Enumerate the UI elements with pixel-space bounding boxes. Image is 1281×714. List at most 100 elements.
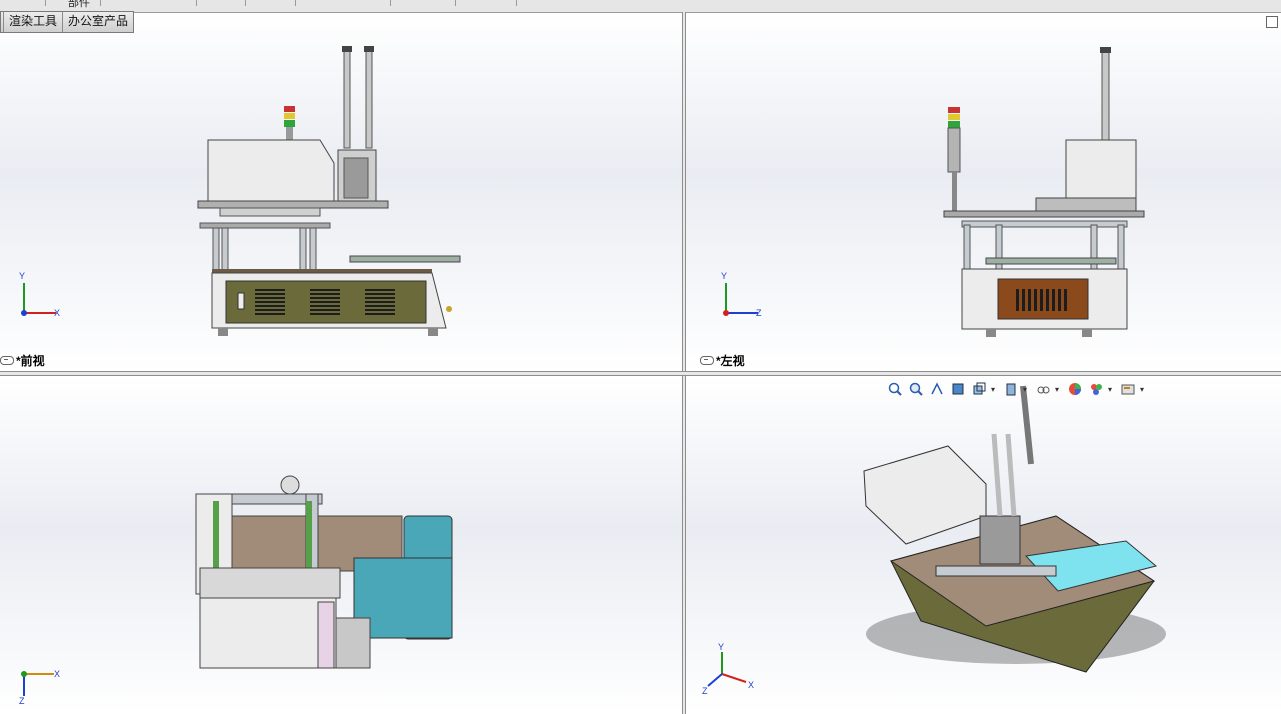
previous-view-icon[interactable] <box>928 380 946 398</box>
front-view-label: *前视 <box>0 352 45 369</box>
axis-label-x: X <box>54 669 61 679</box>
frame-post <box>963 224 971 272</box>
cylinder-rod <box>1005 433 1017 517</box>
foot <box>986 329 996 337</box>
left-viewport[interactable]: Y Z *左视 <box>686 13 1281 371</box>
chevron-down-icon[interactable]: ▾ <box>1108 385 1116 394</box>
strip-separator <box>100 0 101 6</box>
door-handle <box>237 292 245 310</box>
strip-separator <box>295 0 296 6</box>
left-view-label: *左视 <box>700 352 745 369</box>
link-views-icon[interactable] <box>0 356 14 365</box>
head-carriage <box>1035 197 1137 213</box>
top-view-model <box>195 475 453 669</box>
top-viewport[interactable]: X Z <box>0 376 682 714</box>
command-manager-tabs: 渲染工具 办公室产品 <box>0 11 135 33</box>
linear-guide <box>213 501 219 576</box>
zoom-to-area-icon[interactable] <box>907 380 925 398</box>
chevron-down-icon[interactable]: ▾ <box>1140 385 1148 394</box>
chevron-down-icon[interactable]: ▾ <box>1055 385 1063 394</box>
axis-label-z: Z <box>702 686 708 696</box>
chevron-down-icon[interactable]: ▾ <box>1023 385 1031 394</box>
axis-label-y: Y <box>721 271 728 281</box>
tower-pole <box>947 127 961 173</box>
top-menu-strip: 部件 <box>0 0 1281 13</box>
cylinder-rod <box>1101 50 1110 142</box>
chevron-down-icon[interactable]: ▾ <box>991 385 999 394</box>
zoom-to-fit-icon[interactable] <box>886 380 904 398</box>
isometric-viewport[interactable]: ▾ ▾ ▾ ▾ ▾ Y X Z <box>686 376 1281 714</box>
tower-top <box>280 475 300 495</box>
tower-light-yellow <box>284 113 295 119</box>
strip-separator <box>390 0 391 6</box>
axis-label-y: Y <box>19 271 26 281</box>
foot <box>218 328 228 336</box>
upper-rail <box>943 210 1145 218</box>
axis-label-z: Z <box>756 308 762 318</box>
side-button <box>446 306 452 312</box>
frame-post <box>1117 224 1125 272</box>
link-views-icon[interactable] <box>700 356 714 365</box>
view-orientation-icon[interactable] <box>970 380 988 398</box>
axis-label-z: Z <box>19 696 25 706</box>
white-enclosure <box>207 139 335 204</box>
display-style-icon[interactable] <box>1002 380 1020 398</box>
cylinder-rod <box>365 47 373 149</box>
strip-separator <box>245 0 246 6</box>
frame-beam <box>961 220 1128 228</box>
apply-scene-icon[interactable] <box>1087 380 1105 398</box>
foot <box>428 328 438 336</box>
white-enclosure <box>1065 139 1137 201</box>
cylinder-cap <box>1100 47 1111 53</box>
tower-light-green <box>948 121 960 128</box>
restore-viewport-icon[interactable] <box>1266 16 1278 28</box>
white-enclosure-top <box>199 597 337 669</box>
front-viewport[interactable]: Y X *前视 <box>0 13 682 371</box>
base-top-plate <box>212 269 432 273</box>
tab-render-tools[interactable]: 渲染工具 <box>4 12 64 32</box>
axis-label-y: Y <box>718 642 725 652</box>
tower-light-red <box>948 107 960 113</box>
front-axis-triad: Y X <box>14 271 64 326</box>
axis-label-x: X <box>54 308 61 318</box>
fixture-bar <box>349 255 461 263</box>
head-module-inner <box>343 157 369 199</box>
heads-up-view-toolbar: ▾ ▾ ▾ ▾ ▾ <box>886 380 1148 398</box>
front-view-model <box>197 46 461 336</box>
fixture-bar <box>985 257 1117 265</box>
linear-guide <box>306 501 312 576</box>
strip-separator <box>196 0 197 6</box>
tower-light-yellow <box>948 114 960 120</box>
pink-side-panel <box>317 601 335 669</box>
strip-separator <box>45 0 46 6</box>
hide-show-items-icon[interactable] <box>1034 380 1052 398</box>
section-view-icon[interactable] <box>949 380 967 398</box>
cylinder-rod <box>343 47 351 149</box>
tab-office-products[interactable]: 办公室产品 <box>63 12 134 32</box>
tower-light-green <box>284 120 295 127</box>
assembly-tab-partial[interactable]: 部件 <box>68 0 90 10</box>
tower-stem <box>952 172 957 212</box>
upper-rail <box>197 200 389 209</box>
front-view-label-text: *前视 <box>16 354 45 368</box>
cylinder-rod <box>991 433 1003 517</box>
view-settings-icon[interactable] <box>1119 380 1137 398</box>
axis-label-x: X <box>748 680 755 690</box>
left-view-label-text: *左视 <box>716 354 745 368</box>
left-view-model <box>943 47 1145 337</box>
top-axis-triad: X Z <box>14 666 64 714</box>
frame-beam-iso <box>935 565 1057 577</box>
strip-separator <box>516 0 517 6</box>
vent-grilles <box>255 289 395 317</box>
foot <box>1082 329 1092 337</box>
head-module-iso <box>979 515 1021 565</box>
iso-axis-triad: Y X Z <box>700 642 760 701</box>
vent-grille <box>1016 289 1070 311</box>
strip-separator <box>455 0 456 6</box>
head-module-top <box>335 617 371 669</box>
left-axis-triad: Y Z <box>716 271 766 326</box>
slide-plate <box>219 207 321 217</box>
edit-appearance-icon[interactable] <box>1066 380 1084 398</box>
cylinder-cap <box>364 46 374 52</box>
tower-pole <box>286 127 293 141</box>
